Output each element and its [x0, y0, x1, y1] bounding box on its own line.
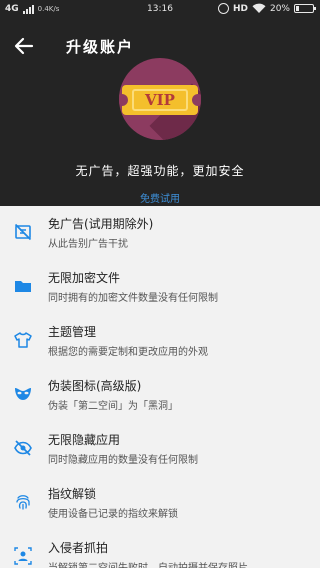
feature-title: 免广告(试用期除外)	[48, 217, 154, 231]
feature-list: 免广告(试用期除外) 从此告别广告干扰 无限加密文件 同时拥有的加密文件数量没有…	[0, 206, 320, 568]
feature-disguise-icon: 伪装图标(高级版) 伪装「第二空间」为「黑洞」	[0, 368, 320, 422]
feature-no-ads: 免广告(试用期除外) 从此告别广告干扰	[0, 206, 320, 260]
shirt-icon	[14, 332, 32, 348]
feature-subtitle: 使用设备已记录的指纹来解锁	[48, 509, 178, 520]
feature-subtitle: 同时隐藏应用的数量没有任何限制	[48, 455, 198, 466]
feature-title: 无限加密文件	[48, 271, 121, 285]
battery-percent: 20%	[269, 3, 290, 14]
feature-subtitle: 当解锁第二空间失败时，自动拍摄并保存照片	[48, 559, 248, 568]
page-title: 升级账户	[66, 38, 135, 56]
feature-hide-apps: 无限隐藏应用 同时隐藏应用的数量没有任何限制	[0, 422, 320, 476]
feature-encrypted-files: 无限加密文件 同时拥有的加密文件数量没有任何限制	[0, 260, 320, 314]
tagline: 无广告，超强功能，更加安全	[75, 164, 245, 178]
camera-icon	[14, 547, 32, 565]
alarm-icon	[217, 3, 229, 14]
feature-title: 无限隐藏应用	[48, 433, 121, 447]
feature-title: 主题管理	[48, 325, 97, 339]
no-ads-icon	[14, 223, 32, 241]
wifi-icon	[252, 3, 266, 13]
feature-subtitle: 从此告别广告干扰	[48, 239, 128, 250]
arrow-left-icon[interactable]	[12, 34, 36, 58]
free-trial-link[interactable]: 免费试用	[0, 190, 320, 205]
fingerprint-icon	[16, 495, 30, 510]
header-panel: 4G 0.4K/s 13:16 HD 20% 升级账户 VIP 无广告，超强功能…	[0, 0, 320, 206]
feature-title: 入侵者抓拍	[48, 541, 109, 555]
feature-subtitle: 根据您的需要定制和更改应用的外观	[48, 347, 208, 358]
folder-icon	[15, 281, 31, 292]
vip-ticket-inner: VIP	[132, 89, 188, 111]
status-bar: 4G 0.4K/s 13:16 HD 20%	[0, 0, 320, 20]
vip-label: VIP	[145, 91, 175, 109]
eye-off-icon	[14, 440, 32, 456]
feature-themes: 主题管理 根据您的需要定制和更改应用的外观	[0, 314, 320, 368]
mask-icon	[15, 388, 31, 400]
feature-subtitle: 同时拥有的加密文件数量没有任何限制	[48, 293, 218, 304]
hd-indicator: HD	[232, 3, 248, 14]
battery-icon	[294, 4, 316, 13]
feature-intruder-capture: 入侵者抓拍 当解锁第二空间失败时，自动拍摄并保存照片	[0, 530, 320, 568]
vip-badge-icon: VIP	[119, 58, 201, 140]
feature-fingerprint: 指纹解锁 使用设备已记录的指纹来解锁	[0, 476, 320, 530]
feature-title: 伪装图标(高级版)	[48, 379, 142, 393]
feature-subtitle: 伪装「第二空间」为「黑洞」	[48, 401, 178, 412]
vip-ticket: VIP	[119, 85, 201, 115]
feature-title: 指纹解锁	[48, 487, 97, 501]
